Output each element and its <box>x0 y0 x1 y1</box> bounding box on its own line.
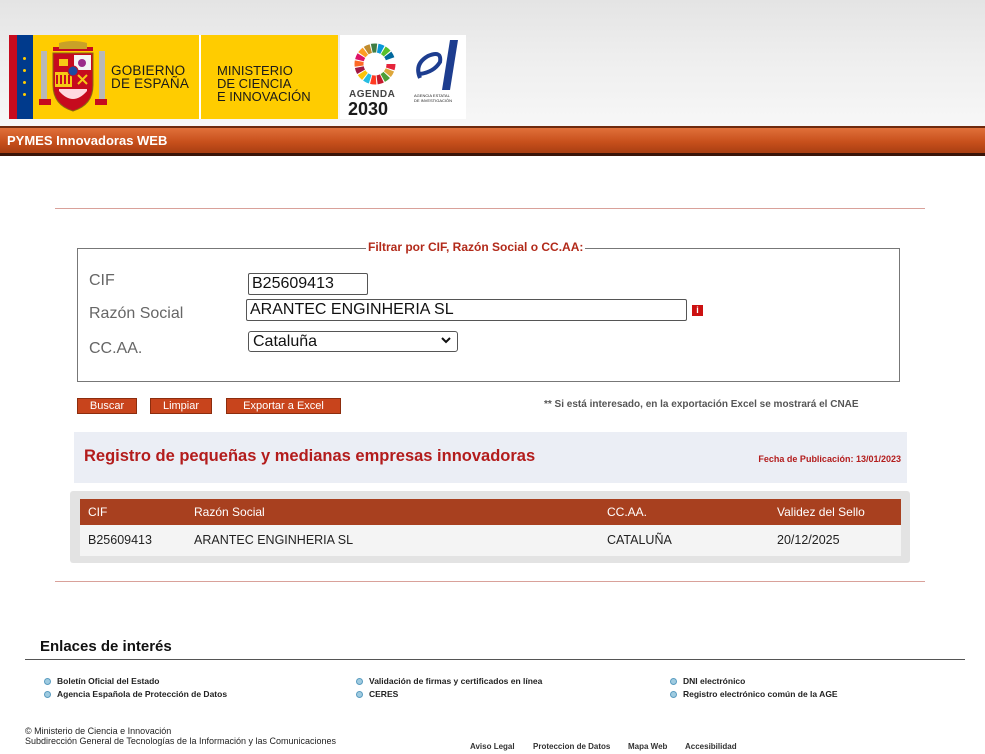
aei-logo-icon <box>416 40 458 90</box>
agenda-year: 2030 <box>348 99 389 119</box>
separator-top <box>55 208 925 209</box>
links-title: Enlaces de interés <box>40 638 172 655</box>
razon-social-label: Razón Social <box>89 305 184 322</box>
cell-razon-social: ARANTEC ENGINHERIA SL <box>194 533 354 547</box>
app-title: PYMES Innovadoras WEB <box>7 133 168 148</box>
ccaa-selected-value: Cataluña <box>253 333 318 350</box>
ccaa-select[interactable]: Cataluña <box>248 331 458 352</box>
cell-validez: 20/12/2025 <box>777 533 840 547</box>
agenda-aei-logo[interactable]: AGENDA 2030 AGENCIA ESTATAL DE INVESTIGA… <box>340 35 466 119</box>
link-boe[interactable]: Boletín Oficial del Estado <box>40 676 160 686</box>
eu-flag-icon <box>17 35 33 119</box>
ministerio-logo[interactable]: MINISTERIO DE CIENCIA E INNOVACIÓN <box>201 35 338 119</box>
results-table-wrapper: CIF Razón Social CC.AA. Validez del Sell… <box>70 491 910 563</box>
agenda-2030-wheel-icon <box>354 43 396 85</box>
site-header: GOBIERNO DE ESPAÑA MINISTERIO DE CIENCIA… <box>0 0 985 126</box>
link-dni-electronico[interactable]: DNI electrónico <box>666 676 745 686</box>
copyright-line-2: Subdirección General de Tecnologías de l… <box>25 736 337 746</box>
link-validacion-firmas[interactable]: Validación de firmas y certificados en l… <box>352 676 542 686</box>
registro-title: Registro de pequeñas y medianas empresas… <box>84 447 536 465</box>
link-ceres[interactable]: CERES <box>352 689 398 699</box>
cell-ccaa: CATALUÑA <box>607 533 672 547</box>
buscar-button[interactable]: Buscar <box>77 398 137 414</box>
publication-date: Fecha de Publicación: 13/01/2023 <box>758 454 901 464</box>
gobierno-logo[interactable]: GOBIERNO DE ESPAÑA <box>9 35 199 119</box>
separator-bottom <box>55 581 925 582</box>
table-row[interactable]: B25609413 ARANTEC ENGINHERIA SL CATALUÑA… <box>80 525 901 556</box>
link-registro-age[interactable]: Registro electrónico común de la AGE <box>666 689 838 699</box>
copyright: © Ministerio de Ciencia e Innovación Sub… <box>25 726 336 746</box>
copyright-line-1: © Ministerio de Ciencia e Innovación <box>25 726 172 736</box>
chevron-down-icon <box>441 337 451 344</box>
footer-proteccion-datos[interactable]: Proteccion de Datos <box>533 742 610 751</box>
link-aepd[interactable]: Agencia Española de Protección de Datos <box>40 689 227 699</box>
gobierno-text: GOBIERNO DE ESPAÑA <box>111 64 190 91</box>
column-header-cif[interactable]: CIF <box>88 505 107 519</box>
footer-aviso-legal[interactable]: Aviso Legal <box>470 742 515 751</box>
limpiar-button[interactable]: Limpiar <box>150 398 212 414</box>
coat-of-arms-icon <box>39 41 107 112</box>
info-icon[interactable]: i <box>692 305 703 316</box>
filter-legend: Filtrar por CIF, Razón Social o CC.AA: <box>366 240 586 254</box>
registro-header-box: Registro de pequeñas y medianas empresas… <box>74 432 907 483</box>
footer-accesibilidad[interactable]: Accesibilidad <box>685 742 737 751</box>
cif-label: CIF <box>89 272 115 289</box>
cnae-note: ** Si está interesado, en la exportación… <box>544 399 859 410</box>
cell-cif: B25609413 <box>88 533 152 547</box>
cif-input[interactable] <box>248 273 368 295</box>
column-header-razon-social[interactable]: Razón Social <box>194 505 265 519</box>
ministerio-text: MINISTERIO DE CIENCIA E INNOVACIÓN <box>217 64 311 103</box>
table-header-row: CIF Razón Social CC.AA. Validez del Sell… <box>80 499 901 525</box>
results-table: CIF Razón Social CC.AA. Validez del Sell… <box>80 499 901 556</box>
exportar-excel-button[interactable]: Exportar a Excel <box>226 398 341 414</box>
razon-social-input[interactable] <box>246 299 687 321</box>
footer-mapa-web[interactable]: Mapa Web <box>628 742 667 751</box>
column-header-ccaa[interactable]: CC.AA. <box>607 505 647 519</box>
column-header-validez[interactable]: Validez del Sello <box>777 505 865 519</box>
ministerio-line-3: E INNOVACIÓN <box>217 89 311 104</box>
ccaa-label: CC.AA. <box>89 340 143 357</box>
aei-text: AGENCIA ESTATAL DE INVESTIGACIÓN <box>414 93 453 103</box>
flag-stripe-red <box>9 35 17 119</box>
app-title-bar: PYMES Innovadoras WEB <box>0 126 985 156</box>
links-divider <box>25 659 965 660</box>
gobierno-line-2: DE ESPAÑA <box>111 76 190 91</box>
